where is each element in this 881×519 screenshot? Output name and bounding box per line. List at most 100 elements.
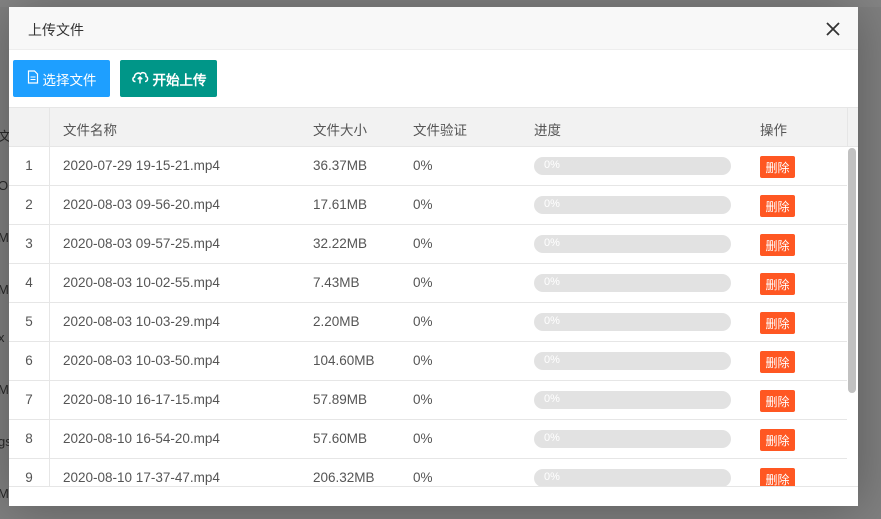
close-icon[interactable] [823, 19, 843, 39]
column-header-size: 文件大小 [313, 123, 367, 138]
delete-button[interactable]: 删除 [760, 312, 795, 334]
table-row: 6 2020-08-03 10-03-50.mp4 104.60MB 0% 0%… [9, 342, 847, 381]
table-row: 7 2020-08-10 16-17-15.mp4 57.89MB 0% 0% … [9, 381, 847, 420]
progress-text: 0% [544, 432, 560, 444]
file-name: 2020-08-03 10-03-29.mp4 [63, 314, 220, 329]
file-icon [27, 70, 43, 87]
progress-text: 0% [544, 315, 560, 327]
progress-text: 0% [544, 471, 560, 483]
progress-text: 0% [544, 393, 560, 405]
table-row: 3 2020-08-03 09-57-25.mp4 32.22MB 0% 0% … [9, 225, 847, 264]
progress-text: 0% [544, 237, 560, 249]
file-verify: 0% [413, 158, 433, 173]
delete-button[interactable]: 删除 [760, 195, 795, 217]
file-name: 2020-07-29 19-15-21.mp4 [63, 158, 220, 173]
file-verify: 0% [413, 353, 433, 368]
file-size: 206.32MB [313, 470, 375, 485]
table-row: 2 2020-08-03 09-56-20.mp4 17.61MB 0% 0% … [9, 186, 847, 225]
file-size: 17.61MB [313, 197, 368, 212]
start-upload-button[interactable]: 开始上传 [120, 60, 217, 97]
table-row: 5 2020-08-03 10-03-29.mp4 2.20MB 0% 0% 删… [9, 303, 847, 342]
file-name: 2020-08-10 16-54-20.mp4 [63, 431, 220, 446]
table-row: 1 2020-07-29 19-15-21.mp4 36.37MB 0% 0% … [9, 147, 847, 186]
progress-bar: 0% [534, 313, 731, 331]
table-header: 文件名称 文件大小 文件验证 进度 操作 [9, 108, 847, 147]
table-row: 9 2020-08-10 17-37-47.mp4 206.32MB 0% 0%… [9, 459, 847, 486]
file-verify: 0% [413, 314, 433, 329]
progress-bar: 0% [534, 235, 731, 253]
progress-text: 0% [544, 159, 560, 171]
file-verify: 0% [413, 236, 433, 251]
file-name: 2020-08-03 10-03-50.mp4 [63, 353, 220, 368]
table-row: 4 2020-08-03 10-02-55.mp4 7.43MB 0% 0% 删… [9, 264, 847, 303]
background-text: M [0, 282, 9, 297]
progress-bar: 0% [534, 196, 731, 214]
select-file-button[interactable]: 选择文件 [13, 60, 110, 97]
row-index: 9 [25, 470, 33, 485]
upload-dialog: 上传文件 选择文件 开始上传 文件名称 文件大小 文件验证 进度 操作 1 20… [9, 7, 858, 506]
file-name: 2020-08-10 16-17-15.mp4 [63, 392, 220, 407]
file-size: 7.43MB [313, 275, 360, 290]
table-body: 1 2020-07-29 19-15-21.mp4 36.37MB 0% 0% … [9, 147, 847, 486]
delete-button[interactable]: 删除 [760, 234, 795, 256]
background-text: M [0, 382, 9, 397]
file-verify: 0% [413, 470, 433, 485]
delete-button[interactable]: 删除 [760, 390, 795, 412]
delete-button[interactable]: 删除 [760, 273, 795, 295]
background-header [0, 0, 881, 7]
column-header-verify: 文件验证 [413, 123, 467, 138]
file-size: 57.60MB [313, 431, 368, 446]
row-index: 5 [25, 314, 33, 329]
file-name: 2020-08-03 09-57-25.mp4 [63, 236, 220, 251]
progress-bar: 0% [534, 430, 731, 448]
file-size: 32.22MB [313, 236, 368, 251]
file-size: 57.89MB [313, 392, 368, 407]
file-verify: 0% [413, 431, 433, 446]
start-upload-label: 开始上传 [152, 72, 207, 88]
dialog-title: 上传文件 [28, 22, 84, 38]
row-index: 7 [25, 392, 33, 407]
column-header-action: 操作 [760, 123, 787, 138]
delete-button[interactable]: 删除 [760, 156, 795, 178]
progress-bar: 0% [534, 157, 731, 175]
delete-button[interactable]: 删除 [760, 429, 795, 451]
progress-text: 0% [544, 198, 560, 210]
progress-bar: 0% [534, 274, 731, 292]
progress-text: 0% [544, 354, 560, 366]
row-index: 8 [25, 431, 33, 446]
file-verify: 0% [413, 275, 433, 290]
column-header-progress: 进度 [534, 123, 561, 138]
row-index: 3 [25, 236, 33, 251]
row-index: 1 [25, 158, 33, 173]
progress-bar: 0% [534, 469, 731, 486]
delete-button[interactable]: 删除 [760, 351, 795, 373]
file-size: 104.60MB [313, 353, 375, 368]
cloud-upload-icon [131, 70, 153, 87]
dialog-header: 上传文件 [9, 7, 858, 50]
background-text: M [0, 486, 9, 501]
select-file-label: 选择文件 [42, 72, 97, 88]
background-text: x [0, 330, 5, 345]
delete-button[interactable]: 删除 [760, 468, 795, 486]
scrollbar-header-cap [847, 108, 858, 147]
progress-text: 0% [544, 276, 560, 288]
scrollbar-thumb[interactable] [848, 148, 856, 393]
background-text: M [0, 230, 9, 245]
file-name: 2020-08-10 17-37-47.mp4 [63, 470, 220, 485]
file-verify: 0% [413, 392, 433, 407]
progress-bar: 0% [534, 391, 731, 409]
dialog-footer [9, 486, 858, 506]
file-table: 文件名称 文件大小 文件验证 进度 操作 1 2020-07-29 19-15-… [9, 107, 858, 486]
file-name: 2020-08-03 10-02-55.mp4 [63, 275, 220, 290]
column-header-name: 文件名称 [63, 123, 117, 138]
file-name: 2020-08-03 09-56-20.mp4 [63, 197, 220, 212]
row-index: 6 [25, 353, 33, 368]
row-index: 4 [25, 275, 33, 290]
progress-bar: 0% [534, 352, 731, 370]
file-verify: 0% [413, 197, 433, 212]
toolbar: 选择文件 开始上传 [9, 50, 858, 107]
file-size: 2.20MB [313, 314, 360, 329]
table-row: 8 2020-08-10 16-54-20.mp4 57.60MB 0% 0% … [9, 420, 847, 459]
row-index: 2 [25, 197, 33, 212]
file-size: 36.37MB [313, 158, 368, 173]
